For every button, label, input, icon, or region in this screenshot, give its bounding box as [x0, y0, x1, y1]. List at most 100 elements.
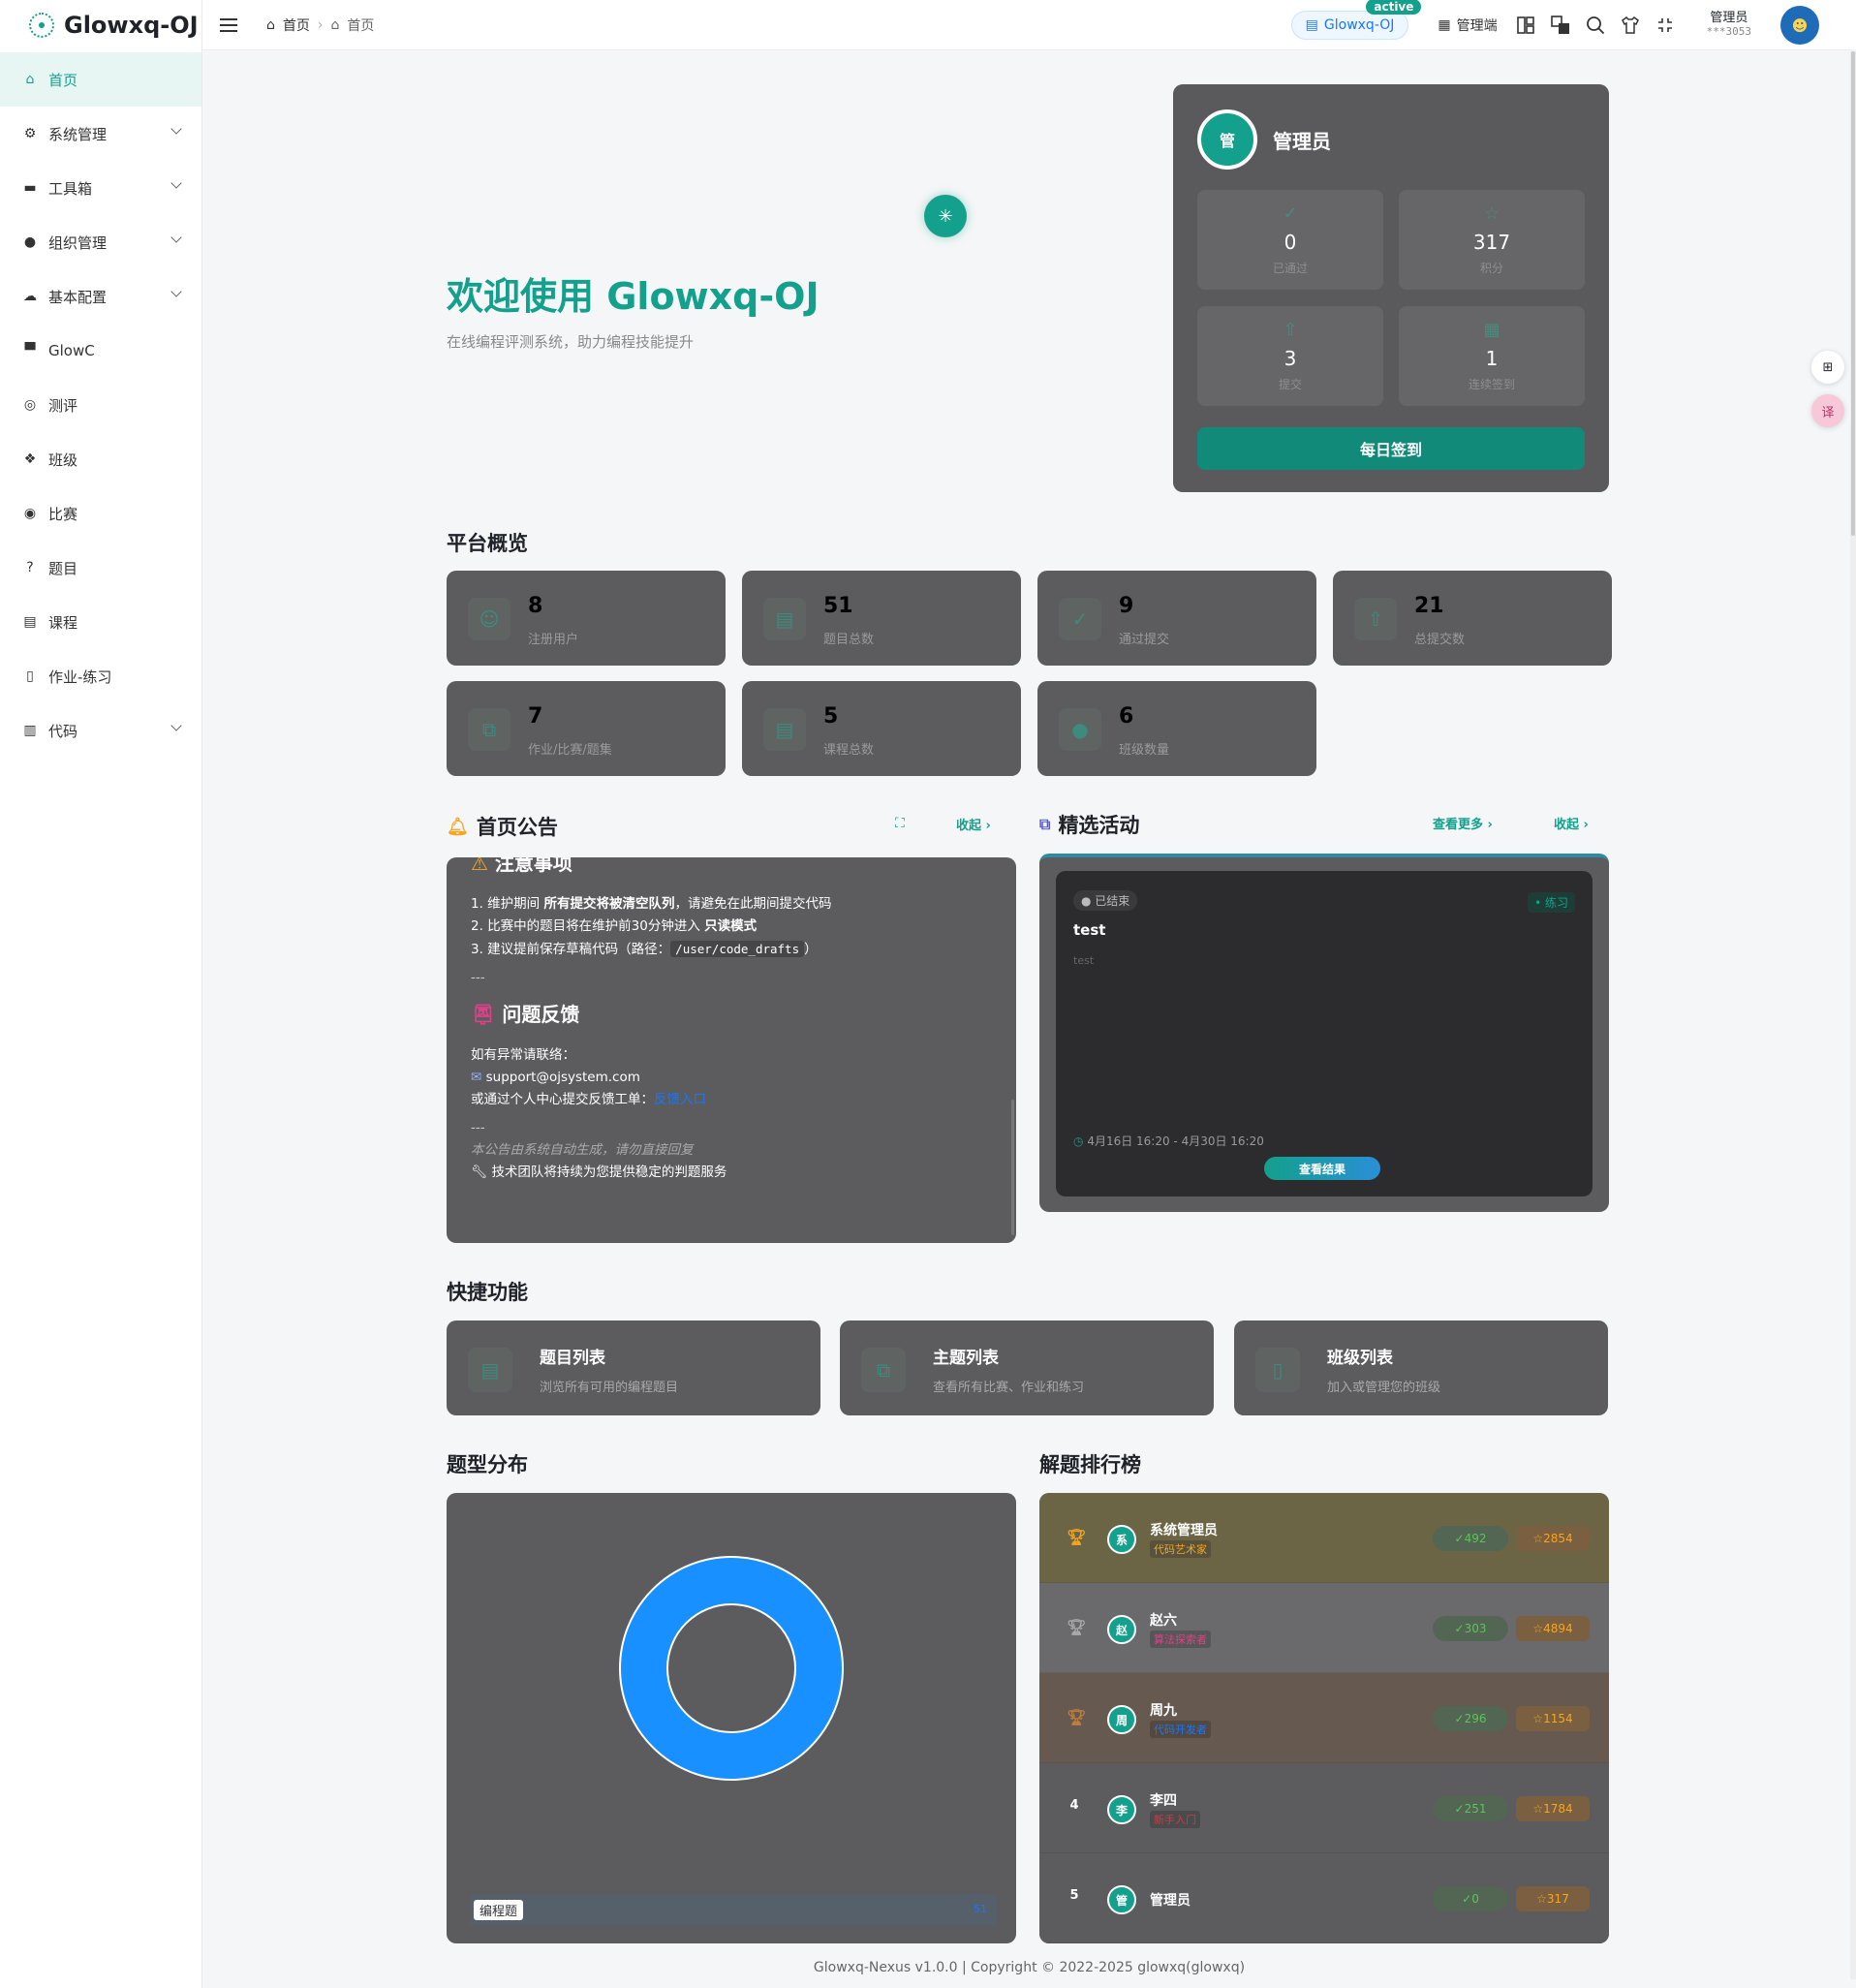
passed-count-badge: ✓ 251 [1433, 1796, 1508, 1821]
sidebar-item[interactable]: ▀ GlowC [0, 324, 201, 378]
tenant-switch[interactable]: ▤ Glowxq-OJ active [1290, 0, 1422, 40]
profile-stat-submissions: ⇧ 3 提交 [1197, 306, 1383, 406]
book-icon: ▤ [763, 708, 806, 751]
gear-icon: ⚙ [23, 126, 37, 141]
theme-shirt-icon[interactable] [1620, 15, 1641, 36]
activity-item[interactable]: ● 已结束 • 练习 test test ◷ 4月16日 16:20 - 4月3… [1056, 871, 1593, 1196]
notice-divider: --- [471, 1120, 485, 1135]
monitor-icon: ▀ [24, 343, 36, 358]
rank-number: 5 [1069, 1888, 1079, 1903]
user-avatar[interactable]: ☻ [1780, 6, 1819, 45]
ranking-row[interactable]: 4 李李四 新手入门 ✓ 251 ☆ 1784 [1039, 1763, 1609, 1853]
quick-class-list[interactable]: ▯ 班级列表 加入或管理您的班级 [1234, 1320, 1608, 1415]
user-icon: ● [23, 234, 37, 250]
stat-label: 连续签到 [1468, 378, 1515, 391]
admin-button[interactable]: ▦ 管理端 [1438, 16, 1497, 35]
sidebar-item[interactable]: ▥ 代码 [0, 703, 201, 758]
contact-email: ✉ support@ojsystem.com [471, 1070, 640, 1085]
quick-topic-list[interactable]: ⧉ 主题列表 查看所有比赛、作业和练习 [840, 1320, 1214, 1415]
notice-item: 3. 建议提前保存草稿代码（路径：/user/code_drafts） [471, 941, 818, 957]
sidebar-item[interactable]: ◎ 测评 [0, 378, 201, 432]
ranking-row[interactable]: 🏆︎ 系系统管理员 代码艺术家 ✓ 492 ☆ 2854 [1039, 1493, 1609, 1583]
feedback-link[interactable]: 反馈入口 [654, 1092, 706, 1107]
stat-label: 课程总数 [823, 743, 875, 758]
sidebar-item[interactable]: ● 组织管理 [0, 215, 201, 269]
sidebar: Glowxq-OJ ⌂ 首页 ⚙ 系统管理 ▬ 工具箱 ● 组织管理 ☁ 基本配置 ▀ GlowC ◎ 测… [0, 0, 202, 1988]
document-icon: ▯ [26, 668, 34, 684]
sidebar-item-label: GlowC [48, 342, 95, 359]
donut-slice[interactable] [620, 1557, 843, 1780]
fullscreen-exit-icon[interactable] [1655, 15, 1676, 36]
daily-signin-button[interactable]: 每日签到 [1197, 427, 1585, 470]
breadcrumb-home-icon: ⌂ [330, 16, 340, 33]
breadcrumb-item[interactable]: 首页 [283, 16, 310, 35]
sidebar-item[interactable]: ⚙ 系统管理 [0, 107, 201, 161]
ranking-row[interactable]: 🏆︎ 赵赵六 算法探索者 ✓ 303 ☆ 4894 [1039, 1583, 1609, 1673]
upload-icon: ⇧ [1283, 320, 1298, 340]
chevron-down-icon[interactable] [170, 286, 182, 297]
user-info[interactable]: 管理员 ***3053 [1707, 12, 1751, 39]
float-apps-icon[interactable]: ⊞ [1811, 351, 1844, 384]
mailbox-icon: 📮︎ [471, 1003, 496, 1026]
activity-type-tag: • 练习 [1528, 892, 1575, 913]
quick-problem-list[interactable]: ▤ 题目列表 浏览所有可用的编程题目 [447, 1320, 820, 1415]
sidebar-item[interactable]: ? 题目 [0, 541, 201, 595]
sidebar-item-label: 比赛 [48, 505, 78, 523]
view-results-button[interactable]: 查看结果 [1264, 1157, 1380, 1180]
chart-legend[interactable]: 编程题 51 [470, 1894, 997, 1925]
notice-item: 2. 比赛中的题目将在维护前30分钟进入 只读模式 [471, 918, 758, 934]
admin-label: 管理端 [1456, 18, 1498, 34]
sidebar-item[interactable]: ▯ 作业-练习 [0, 649, 201, 703]
expand-icon[interactable]: ⛶ [895, 816, 905, 831]
profile-avatar: 管 [1197, 109, 1257, 170]
star-icon: ☆ [1483, 203, 1500, 224]
group-icon: ❖ [23, 451, 37, 467]
overview-title: 平台概览 [447, 532, 528, 555]
app-logo[interactable]: Glowxq-OJ [0, 0, 201, 50]
sidebar-item[interactable]: ⌂ 首页 [0, 52, 201, 107]
activity-card: ● 已结束 • 练习 test test ◷ 4月16日 16:20 - 4月3… [1039, 854, 1609, 1212]
stat-label: 作业/比赛/题集 [528, 743, 612, 758]
layout-icon[interactable] [1515, 15, 1536, 36]
chevron-down-icon[interactable] [170, 232, 182, 243]
overview-stat-card: ⧉ 7 作业/比赛/题集 [447, 681, 726, 776]
notice-scrollbar[interactable] [1011, 1100, 1014, 1235]
sidebar-item[interactable]: ▤ 课程 [0, 595, 201, 649]
sidebar-item[interactable]: ◉ 比赛 [0, 486, 201, 541]
sidebar-item[interactable]: ❖ 班级 [0, 432, 201, 486]
page-scrollbar[interactable] [1850, 51, 1856, 1979]
chevron-down-icon[interactable] [170, 177, 182, 189]
stat-value: 1 [1485, 347, 1499, 370]
sidebar-item-label: 作业-练习 [48, 668, 112, 686]
search-icon[interactable] [1585, 15, 1606, 36]
sidebar-item[interactable]: ▬ 工具箱 [0, 161, 201, 215]
score-badge: ☆ 2854 [1516, 1526, 1590, 1551]
activity-time: ◷ 4月16日 16:20 - 4月30日 16:20 [1073, 1134, 1264, 1148]
activity-description: test [1073, 954, 1095, 967]
quick-item-title: 班级列表 [1327, 1349, 1393, 1368]
chart-title: 题型分布 [447, 1453, 528, 1476]
sidebar-item-label: 组织管理 [48, 233, 108, 252]
avatar: 李 [1107, 1795, 1136, 1824]
link-icon: ⧉ [468, 708, 510, 751]
wrench-icon: 🔧︎ [471, 1165, 488, 1180]
activity-status-badge: ● 已结束 [1073, 890, 1138, 911]
check-icon: ✓ [1283, 203, 1298, 224]
activity-more-link[interactable]: 查看更多 › [1433, 814, 1493, 832]
translate-icon[interactable] [1550, 15, 1571, 36]
stat-label: 总提交数 [1414, 633, 1466, 647]
activity-collapse-link[interactable]: 收起 › [1554, 814, 1589, 832]
chevron-down-icon[interactable] [170, 720, 182, 731]
chevron-down-icon[interactable] [170, 123, 182, 135]
float-translate-icon[interactable]: 译 [1811, 394, 1844, 427]
book-icon: ▤ [23, 614, 37, 630]
sidebar-item[interactable]: ☁ 基本配置 [0, 269, 201, 324]
activity-name: test [1073, 921, 1106, 939]
topbar: ⌂ 首页 › ⌂ 首页 ▤ Glowxq-OJ active ▦ 管理端 管理员… [202, 0, 1856, 50]
ranking-row[interactable]: 5 管管理员 ✓ 0 ☆ 317 [1039, 1853, 1609, 1943]
notice-collapse-link[interactable]: 收起 › [956, 815, 991, 833]
menu-toggle-icon[interactable] [220, 17, 237, 32]
ranking-row[interactable]: 🏆︎ 周周九 代码开发者 ✓ 296 ☆ 1154 [1039, 1673, 1609, 1763]
passed-count-badge: ✓ 492 [1433, 1526, 1508, 1551]
home-icon: ⌂ [25, 72, 35, 87]
